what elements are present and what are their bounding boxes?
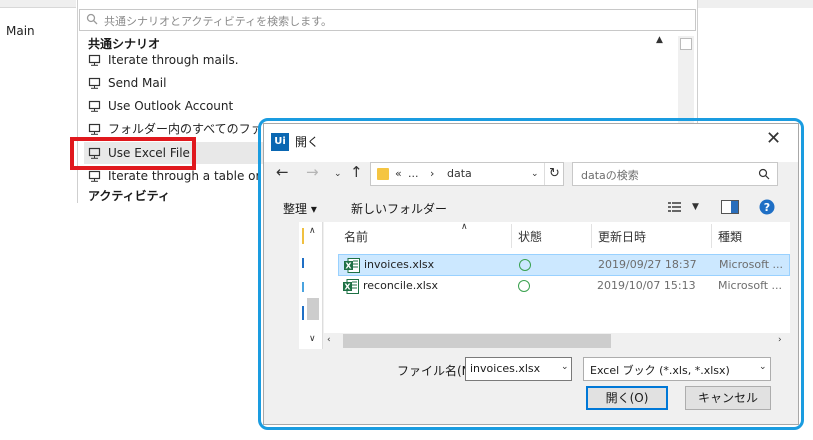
column-header-status[interactable]: 状態 <box>518 228 542 245</box>
refresh-icon[interactable]: ↻ <box>544 163 564 185</box>
activities-label: アクティビティ <box>88 189 170 203</box>
file-modified: 2019/10/07 15:13 <box>597 279 696 292</box>
column-separator <box>511 224 512 248</box>
folder-search-input[interactable]: dataの検索 <box>572 162 778 186</box>
snippet-icon <box>88 54 101 66</box>
sort-asc-icon: ∧ <box>461 222 468 232</box>
scroll-left-icon[interactable]: ‹ <box>327 335 331 345</box>
sync-status-ok-icon <box>519 259 531 271</box>
list-item[interactable]: Use Outlook Account <box>84 95 354 117</box>
main-tab[interactable]: Main <box>0 18 76 44</box>
up-arrow-icon[interactable]: ↑ <box>350 163 363 181</box>
nav-scroll-thumb[interactable] <box>307 298 319 320</box>
highlight-box <box>70 137 196 170</box>
open-button[interactable]: 開く(O) <box>586 386 668 410</box>
snippet-icon <box>88 123 101 135</box>
filter-value: Excel ブック (*.xls, *.xlsx) <box>590 364 730 377</box>
scroll-right-icon[interactable]: › <box>778 335 782 345</box>
address-folder[interactable]: data <box>447 167 472 180</box>
preview-pane-icon[interactable] <box>721 200 739 214</box>
activity-search-input[interactable]: 共通シナリオとアクティビティを検索します。 <box>79 9 696 31</box>
collapse-arrow-icon[interactable]: ▲ <box>656 35 663 45</box>
view-options-icon[interactable] <box>668 201 682 213</box>
list-item[interactable]: Send Mail <box>84 72 354 94</box>
file-row[interactable]: X reconcile.xlsx 2019/10/07 15:13 Micros… <box>338 276 790 298</box>
horizontal-scroll-thumb[interactable] <box>343 334 611 348</box>
nav-scroll-down-icon[interactable]: ∨ <box>309 334 316 344</box>
snippet-icon <box>88 77 101 89</box>
cancel-button[interactable]: キャンセル <box>685 386 771 410</box>
search-icon <box>86 13 98 25</box>
column-separator <box>591 224 592 248</box>
scrollbar-thumb[interactable] <box>680 38 692 50</box>
list-item-label: Send Mail <box>108 76 167 90</box>
column-header-type[interactable]: 種類 <box>718 228 742 245</box>
dialog-title: 開く <box>295 135 320 149</box>
address-overflow[interactable]: « <box>395 167 402 180</box>
top-strip-left <box>0 0 76 8</box>
list-item[interactable]: Iterate through mails. <box>84 49 354 71</box>
dialog-title-bar <box>264 124 798 162</box>
sync-status-ok-icon <box>518 280 530 292</box>
search-placeholder: 共通シナリオとアクティビティを検索します。 <box>104 15 333 28</box>
new-folder-button[interactable]: 新しいフォルダー <box>351 200 447 217</box>
help-icon[interactable]: ? <box>759 199 775 215</box>
folder-icon <box>377 168 389 180</box>
file-type-filter[interactable]: Excel ブック (*.xls, *.xlsx) <box>583 357 771 381</box>
snippet-icon <box>88 100 101 112</box>
close-icon[interactable]: ✕ <box>766 128 781 149</box>
top-strip-right <box>697 0 813 8</box>
file-type: Microsoft ... <box>719 258 784 271</box>
svg-text:X: X <box>345 262 352 271</box>
address-dots: ... <box>408 167 419 180</box>
back-arrow-icon[interactable]: ← <box>276 163 289 181</box>
nav-pane-mark <box>302 306 304 320</box>
recent-locations-chevron-icon[interactable]: ⌄ <box>334 169 342 179</box>
svg-text:?: ? <box>764 201 770 214</box>
excel-file-icon: X <box>344 258 360 273</box>
nav-pane-mark <box>302 228 304 244</box>
organize-button[interactable]: 整理 ▾ <box>283 200 317 217</box>
file-row[interactable]: X invoices.xlsx 2019/09/27 18:37 Microso… <box>338 254 790 276</box>
file-name: reconcile.xlsx <box>363 279 439 292</box>
snippet-icon <box>88 170 101 182</box>
view-dropdown-icon[interactable]: ▼ <box>692 202 699 212</box>
column-header-modified[interactable]: 更新日時 <box>598 228 646 245</box>
search-icon <box>758 168 770 180</box>
nav-pane-mark <box>302 258 304 268</box>
list-item-label: Iterate through mails. <box>108 53 239 67</box>
chevron-right-icon: › <box>430 167 435 180</box>
address-dropdown-icon[interactable]: ⌄ <box>531 169 539 179</box>
file-name: invoices.xlsx <box>364 258 435 271</box>
uipath-logo-icon: Ui <box>271 133 289 151</box>
forward-arrow-icon[interactable]: → <box>306 163 319 181</box>
svg-text:X: X <box>344 283 351 292</box>
filename-value: invoices.xlsx <box>470 362 541 375</box>
nav-pane-mark <box>302 282 304 292</box>
excel-file-icon: X <box>343 279 359 294</box>
filename-dropdown-icon[interactable]: ⌄ <box>561 362 569 372</box>
column-header-name[interactable]: 名前 <box>344 228 368 245</box>
file-modified: 2019/09/27 18:37 <box>598 258 697 271</box>
filename-input[interactable]: invoices.xlsx <box>465 357 572 381</box>
filter-dropdown-icon[interactable]: ⌄ <box>759 362 767 372</box>
file-type: Microsoft ... <box>718 279 783 292</box>
folder-search-placeholder: dataの検索 <box>581 169 639 182</box>
column-separator <box>711 224 712 248</box>
list-item-label: Use Outlook Account <box>108 99 234 113</box>
nav-scroll-up-icon[interactable]: ∧ <box>309 226 316 236</box>
